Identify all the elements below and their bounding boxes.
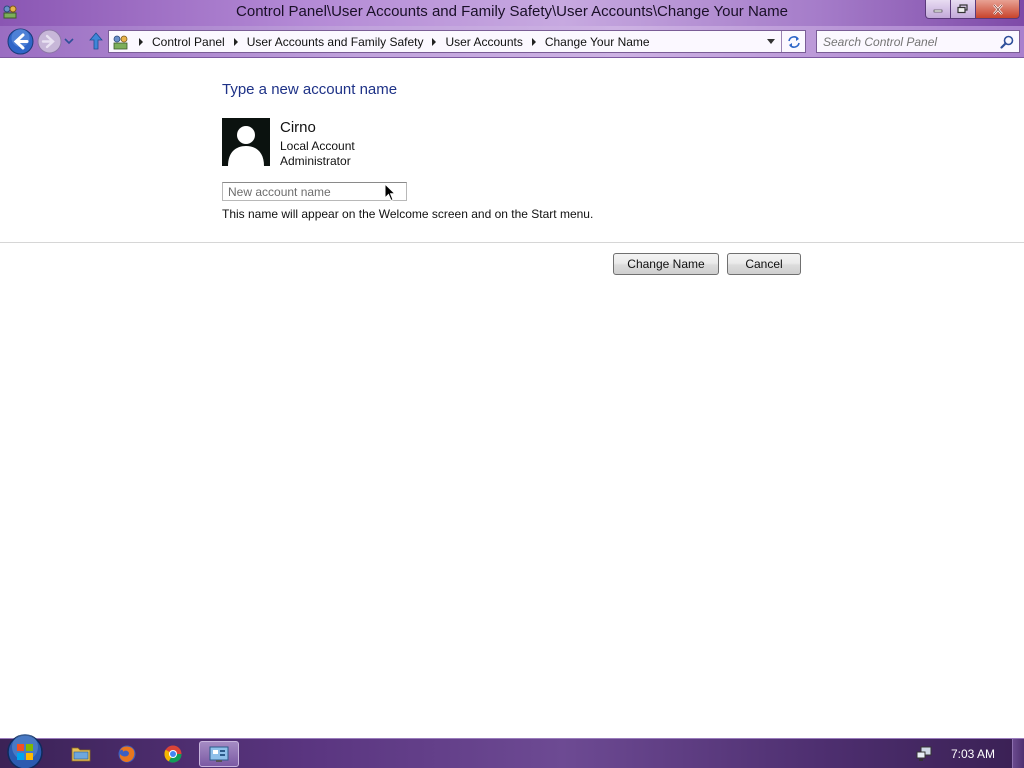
close-icon: [992, 3, 1003, 15]
breadcrumb-separator-icon[interactable]: [139, 37, 143, 46]
breadcrumb-separator-icon[interactable]: [432, 37, 437, 46]
user-name: Cirno: [280, 119, 316, 136]
firefox-icon: [118, 745, 136, 763]
account-type: Local Account: [280, 139, 355, 153]
breadcrumb-separator-icon[interactable]: [531, 37, 536, 46]
breadcrumb-user-accounts[interactable]: User Accounts: [445, 35, 522, 49]
new-account-name-input[interactable]: [222, 182, 407, 201]
breadcrumb-separator-icon[interactable]: [233, 37, 238, 46]
up-arrow-icon[interactable]: [88, 32, 104, 50]
back-button[interactable]: [7, 28, 34, 55]
change-name-button[interactable]: Change Name: [613, 253, 719, 275]
mouse-pointer-icon: [384, 183, 396, 202]
title-bar: Control Panel\User Accounts and Family S…: [0, 0, 1024, 26]
name-hint-text: This name will appear on the Welcome scr…: [222, 207, 594, 221]
address-history-chevron-icon[interactable]: [767, 39, 775, 44]
minimize-icon: [933, 9, 943, 13]
user-silhouette-icon: [228, 126, 264, 166]
breadcrumb-change-your-name[interactable]: Change Your Name: [545, 35, 650, 49]
taskbar-explorer[interactable]: [61, 741, 101, 767]
account-role: Administrator: [280, 154, 351, 168]
restore-icon: [957, 4, 968, 14]
control-panel-icon: [113, 35, 128, 49]
content-pane: Type a new account name Cirno Local Acco…: [0, 59, 1024, 738]
network-icon[interactable]: [916, 746, 932, 762]
chrome-icon: [164, 745, 182, 763]
navigation-bar: Control Panel User Accounts and Family S…: [0, 26, 1024, 58]
search-input[interactable]: [823, 33, 999, 50]
refresh-icon: [787, 35, 800, 48]
folder-icon: [71, 747, 91, 762]
taskbar: 7:03 AM: [0, 734, 1024, 768]
window-controls: [925, 0, 1020, 20]
window-title: Control Panel\User Accounts and Family S…: [236, 3, 788, 20]
taskbar-chrome[interactable]: [153, 741, 193, 767]
show-desktop-button[interactable]: [1012, 739, 1024, 768]
system-clock[interactable]: 7:03 AM: [951, 747, 995, 761]
avatar: [222, 118, 270, 166]
divider: [0, 242, 1024, 243]
refresh-button[interactable]: [781, 31, 805, 52]
page-title: Type a new account name: [222, 81, 398, 98]
forward-button[interactable]: [37, 29, 62, 54]
address-bar[interactable]: Control Panel User Accounts and Family S…: [108, 30, 806, 53]
taskbar-control-panel[interactable]: [199, 741, 239, 767]
breadcrumb-control-panel[interactable]: Control Panel: [152, 35, 225, 49]
cancel-button[interactable]: Cancel: [727, 253, 801, 275]
breadcrumb-user-accounts-family-safety[interactable]: User Accounts and Family Safety: [247, 35, 424, 49]
minimize-button[interactable]: [925, 0, 951, 19]
close-button[interactable]: [976, 0, 1020, 19]
recent-pages-chevron-icon[interactable]: [64, 37, 74, 45]
taskbar-firefox[interactable]: [107, 741, 147, 767]
restore-button[interactable]: [951, 0, 976, 19]
start-button[interactable]: [6, 733, 44, 768]
control-panel-icon: [209, 746, 229, 762]
search-icon[interactable]: [1000, 35, 1014, 49]
search-box[interactable]: [816, 30, 1020, 53]
